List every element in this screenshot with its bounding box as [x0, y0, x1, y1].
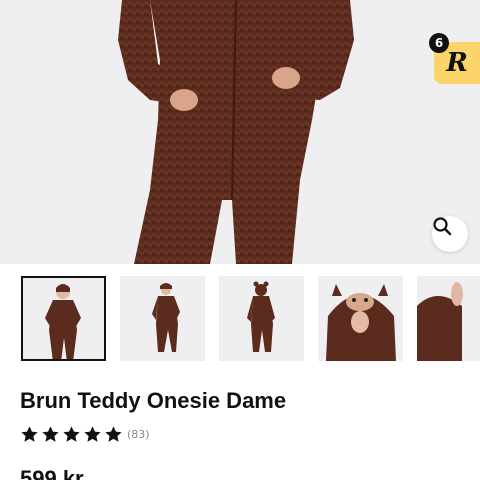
rating-count[interactable]: (83) — [127, 428, 150, 441]
star-icon — [63, 426, 80, 442]
product-price: 599 kr — [20, 466, 84, 480]
zoom-button[interactable] — [432, 216, 468, 252]
thumbnail-image — [417, 282, 463, 361]
rewards-logo: R — [446, 48, 468, 78]
product-main-image[interactable]: R 6 — [0, 0, 480, 264]
thumbnail-strip[interactable] — [21, 276, 480, 362]
thumbnail-hood-up-face[interactable] — [318, 276, 403, 361]
product-title: Brun Teddy Onesie Dame — [20, 388, 287, 413]
onesie-photo — [118, 0, 354, 264]
star-icon — [84, 426, 101, 442]
thumbnail-full-body-front[interactable] — [120, 276, 205, 361]
rating-stars — [20, 425, 123, 444]
star-icon — [21, 426, 38, 442]
thumbnail-front-hands-in-pockets[interactable] — [21, 276, 106, 361]
rewards-count-bubble: 6 — [429, 33, 449, 53]
magnifier-icon — [433, 217, 452, 236]
thumbnail-image — [152, 283, 180, 352]
thumbnail-image — [45, 284, 81, 359]
product-page: R 6 Brun Teddy Onesie Dame (83) 599 kr — [0, 0, 480, 480]
thumbnail-image — [247, 281, 275, 352]
star-icon — [105, 426, 122, 442]
product-rating[interactable]: (83) — [20, 425, 150, 444]
star-icon — [42, 426, 59, 442]
thumbnail-full-body-back[interactable] — [219, 276, 304, 361]
thumbnail-image — [326, 284, 396, 361]
thumbnail-detail-partial[interactable] — [417, 276, 480, 361]
